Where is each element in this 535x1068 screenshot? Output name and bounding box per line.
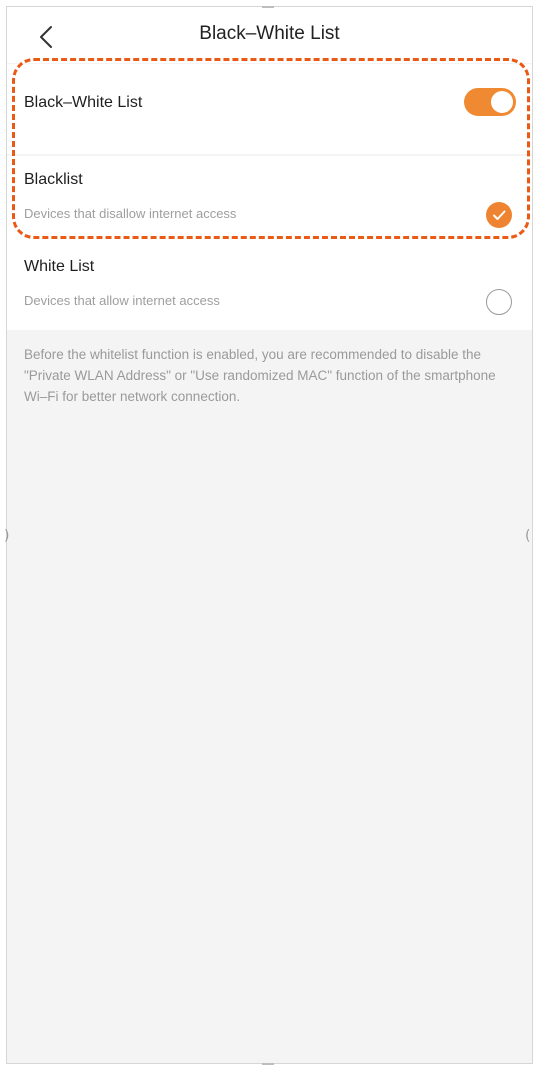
toggle-knob xyxy=(491,91,513,113)
option-title: White List xyxy=(24,258,95,275)
list-mode-section: Blacklist Devices that disallow internet… xyxy=(7,156,532,330)
top-handle xyxy=(262,6,274,8)
option-description: Devices that disallow internet access xyxy=(24,206,237,221)
black-white-list-toggle[interactable] xyxy=(464,88,516,116)
left-side-mark: ) xyxy=(4,528,10,544)
phone-screen: Black–White List Black–White List Blackl… xyxy=(6,6,533,1064)
toggle-section: Black–White List xyxy=(7,64,532,154)
whitelist-note: Before the whitelist function is enabled… xyxy=(24,347,496,404)
option-description: Devices that allow internet access xyxy=(24,293,220,308)
option-title: Blacklist xyxy=(24,171,83,188)
radio-checked[interactable] xyxy=(486,202,512,228)
header-bar: Black–White List xyxy=(7,7,532,63)
bottom-handle xyxy=(262,1063,274,1065)
checkmark-icon xyxy=(493,210,506,220)
option-white-list[interactable]: White List Devices that allow internet a… xyxy=(7,244,532,330)
toggle-label: Black–White List xyxy=(24,94,143,111)
page-title: Black–White List xyxy=(199,23,340,44)
option-blacklist[interactable]: Blacklist Devices that disallow internet… xyxy=(7,156,532,242)
radio-unchecked[interactable] xyxy=(486,289,512,315)
right-side-mark: ( xyxy=(525,528,531,544)
